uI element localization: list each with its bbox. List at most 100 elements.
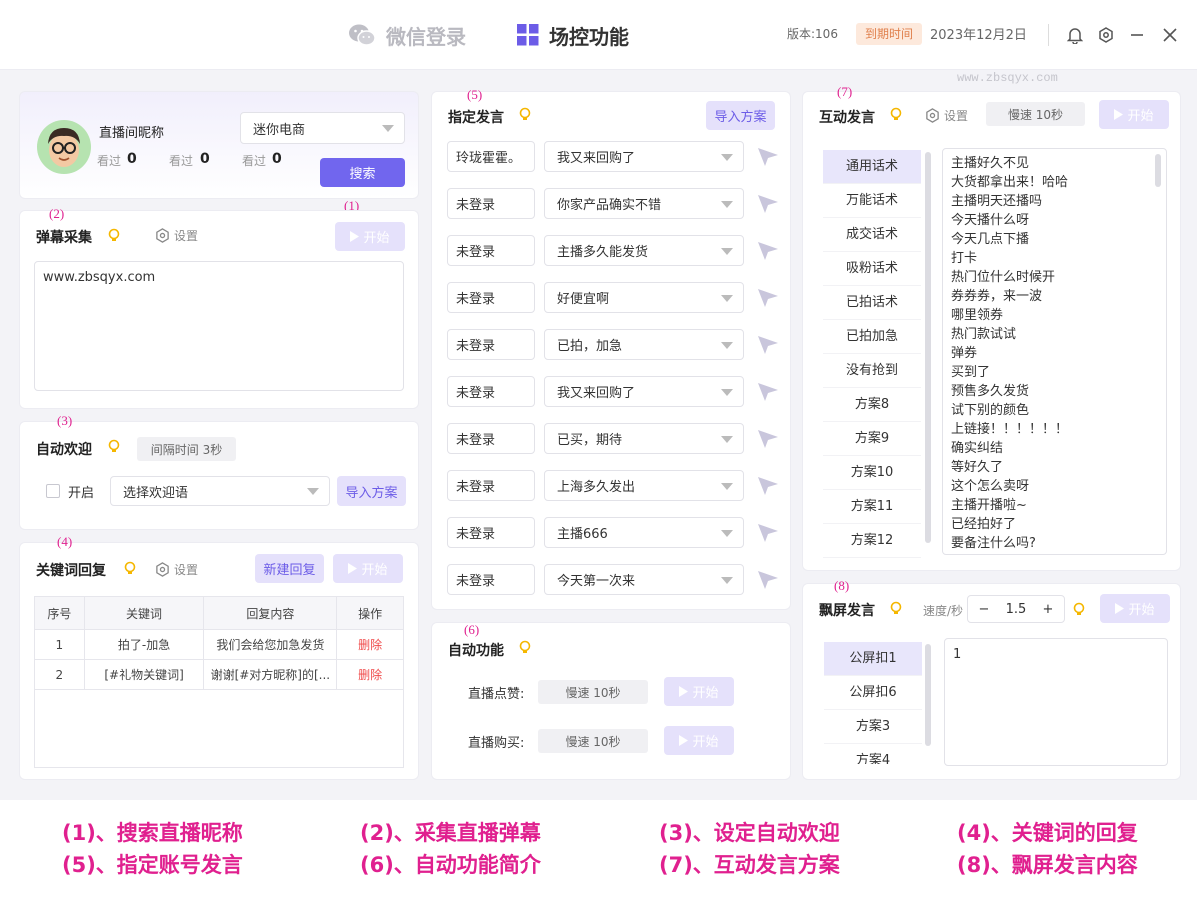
interact-start-button[interactable]: 开始	[1099, 100, 1169, 129]
lightbulb-icon	[124, 561, 136, 574]
auto-like-speed[interactable]: 慢速 10秒	[538, 680, 648, 704]
category-item[interactable]: 已拍话术	[823, 286, 921, 320]
phrase-select[interactable]: 已买，期待	[544, 423, 744, 454]
category-item[interactable]: 方案4	[824, 744, 922, 764]
category-item[interactable]: 公屏扣1	[824, 642, 922, 676]
room-select[interactable]: 迷你电商	[240, 112, 405, 144]
account-field[interactable]: 未登录	[447, 423, 535, 454]
send-icon[interactable]	[757, 288, 779, 308]
interact-settings-button[interactable]: 设置	[925, 107, 968, 124]
send-icon[interactable]	[757, 382, 779, 402]
float-content[interactable]: 1	[944, 638, 1168, 766]
send-icon[interactable]	[757, 241, 779, 261]
category-item[interactable]: 方案9	[823, 422, 921, 456]
phrase-select[interactable]: 你家产品确实不错	[544, 188, 744, 219]
interact-speed[interactable]: 慢速 10秒	[986, 102, 1085, 126]
phrase-item: 等好久了	[951, 460, 1004, 475]
category-item[interactable]: 方案12	[823, 524, 921, 558]
auto-buy-speed[interactable]: 慢速 10秒	[538, 729, 648, 753]
account-field[interactable]: 未登录	[447, 188, 535, 219]
account-field[interactable]: 玲珑霍霍。	[447, 141, 535, 172]
stat-value: 0	[272, 151, 282, 167]
assigned-import-button[interactable]: 导入方案	[706, 101, 775, 130]
close-button[interactable]	[1159, 24, 1181, 46]
caption: (3)、设定自动欢迎	[659, 821, 840, 845]
category-item[interactable]: 方案3	[824, 710, 922, 744]
auto-like-start-button[interactable]: 开始	[664, 677, 734, 706]
interact-phrase-box[interactable]: 主播好久不见 大货都拿出来！哈哈 主播明天还播吗 今天播什么呀 今天几点下播 打卡 热门位什…	[942, 148, 1167, 555]
account-field[interactable]: 未登录	[447, 235, 535, 266]
category-item[interactable]: 公屏扣6	[824, 676, 922, 710]
account-field[interactable]: 未登录	[447, 470, 535, 501]
plus-icon[interactable]: +	[1032, 602, 1064, 617]
speed-stepper[interactable]: − 1.5 +	[967, 595, 1065, 623]
tab-field-label: 场控功能	[549, 24, 629, 49]
chevron-down-icon	[721, 576, 733, 584]
phrase-select[interactable]: 主播666	[544, 517, 744, 548]
minimize-button[interactable]	[1126, 24, 1148, 46]
send-icon[interactable]	[757, 570, 779, 590]
phrase-select[interactable]: 我又来回购了	[544, 376, 744, 407]
play-icon	[1114, 109, 1124, 120]
danmu-settings-button[interactable]: 设置	[155, 227, 198, 244]
account-field[interactable]: 未登录	[447, 329, 535, 360]
phrase-select-value: 我又来回购了	[557, 151, 636, 166]
send-icon[interactable]	[757, 476, 779, 496]
row-keyword: [#礼物关键词]	[83, 659, 205, 690]
account-field[interactable]: 未登录	[447, 376, 535, 407]
account-field[interactable]: 未登录	[447, 564, 535, 595]
send-icon[interactable]	[757, 429, 779, 449]
phrase-select[interactable]: 好便宜啊	[544, 282, 744, 313]
keyword-settings-button[interactable]: 设置	[155, 561, 198, 578]
keyword-table: 序号 关键词 回复内容 操作 1 拍了-加急 我们会给您加急发货 删除 2 [#…	[34, 596, 404, 690]
phrase-select[interactable]: 我又来回购了	[544, 141, 744, 172]
account-field[interactable]: 未登录	[447, 282, 535, 313]
danmu-content[interactable]: www.zbsqyx.com	[34, 261, 404, 391]
category-item[interactable]: 通用话术	[823, 150, 921, 184]
category-item[interactable]: 没有抢到	[823, 354, 921, 388]
scrollbar[interactable]	[925, 152, 931, 543]
phrase-select[interactable]: 已拍，加急	[544, 329, 744, 360]
keyword-title: 关键词回复	[36, 563, 106, 579]
expire-date: 2023年12月2日	[930, 28, 1027, 43]
new-reply-button[interactable]: 新建回复	[255, 554, 324, 583]
phrase-select-value: 主播666	[557, 527, 608, 542]
welcome-select[interactable]: 选择欢迎语	[110, 476, 330, 506]
send-icon[interactable]	[757, 194, 779, 214]
settings-button[interactable]	[1095, 24, 1117, 46]
phrase-select[interactable]: 今天第一次来	[544, 564, 744, 595]
search-button[interactable]: 搜索	[320, 158, 405, 187]
category-item[interactable]: 方案11	[823, 490, 921, 524]
tab-field-control[interactable]: 场控功能	[517, 20, 629, 50]
column-header: 序号	[34, 596, 85, 630]
phrase-select-value: 你家产品确实不错	[557, 198, 662, 213]
send-icon[interactable]	[757, 335, 779, 355]
send-icon[interactable]	[757, 523, 779, 543]
send-icon[interactable]	[757, 147, 779, 167]
bell-button[interactable]	[1064, 24, 1086, 46]
marker-8: (8)	[834, 578, 850, 593]
account-field[interactable]: 未登录	[447, 517, 535, 548]
category-item[interactable]: 方案10	[823, 456, 921, 490]
phrase-select[interactable]: 上海多久发出	[544, 470, 744, 501]
danmu-start-button[interactable]: 开始	[335, 222, 405, 251]
float-start-button[interactable]: 开始	[1100, 594, 1170, 623]
phrase-item: 哪里领券	[951, 308, 1004, 323]
phrase-select[interactable]: 主播多久能发货	[544, 235, 744, 266]
category-item[interactable]: 方案8	[823, 388, 921, 422]
category-item[interactable]: 吸粉话术	[823, 252, 921, 286]
scrollbar[interactable]	[925, 644, 931, 746]
welcome-enable-checkbox[interactable]	[46, 484, 60, 498]
delete-button[interactable]: 删除	[336, 659, 404, 690]
category-item[interactable]: 已拍加急	[823, 320, 921, 354]
welcome-import-button[interactable]: 导入方案	[337, 476, 406, 506]
delete-button[interactable]: 删除	[336, 629, 404, 660]
scrollbar[interactable]	[1155, 154, 1161, 187]
auto-buy-start-button[interactable]: 开始	[664, 726, 734, 755]
minus-icon[interactable]: −	[968, 602, 1000, 617]
tab-wechat-login[interactable]: 微信登录	[348, 20, 466, 50]
keyword-start-button[interactable]: 开始	[333, 554, 403, 583]
category-item[interactable]: 万能话术	[823, 184, 921, 218]
category-item[interactable]: 成交话术	[823, 218, 921, 252]
phrase-select-value: 已买，期待	[557, 433, 623, 448]
